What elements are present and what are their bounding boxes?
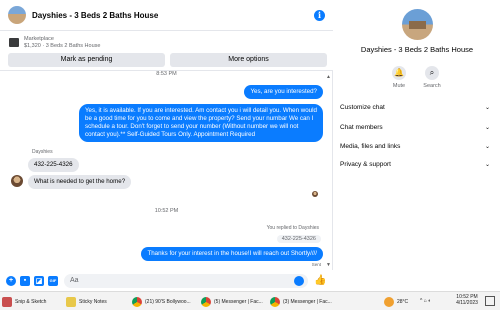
taskbar-label: Sticky Notes bbox=[79, 298, 107, 305]
clock[interactable]: 10:52 PM 4/11/2023 bbox=[452, 294, 482, 306]
taskbar-label: (5) Messenger | Fac... bbox=[214, 298, 263, 305]
sender-name: Dayshies bbox=[32, 149, 53, 155]
message-incoming[interactable]: What is needed to get the home? bbox=[28, 175, 132, 189]
sent-status: Sent bbox=[311, 262, 321, 267]
search-button[interactable]: ⌕ Search bbox=[417, 66, 447, 89]
taskbar: Snip & Sketch Sticky Notes (21) 90'S Bol… bbox=[0, 291, 500, 310]
message-outgoing[interactable]: Yes, are you interested? bbox=[244, 85, 323, 99]
taskbar-item-sticky[interactable]: Sticky Notes bbox=[66, 294, 128, 309]
emoji-icon[interactable] bbox=[294, 275, 304, 286]
scroll-up-arrow[interactable]: ▲ bbox=[326, 74, 331, 80]
info-name: Dayshies - 3 Beds 2 Baths House bbox=[360, 45, 474, 54]
chat-title[interactable]: Dayshies - 3 Beds 2 Baths House bbox=[32, 11, 158, 20]
message-outgoing[interactable]: Thanks for your interest in the house!I … bbox=[141, 247, 323, 261]
temperature: 28°C bbox=[397, 298, 409, 305]
chat-header: Dayshies - 3 Beds 2 Baths House i bbox=[0, 0, 333, 31]
chevron-down-icon: ⌄ bbox=[484, 124, 490, 131]
sticky-note-icon bbox=[66, 296, 76, 307]
avatar[interactable] bbox=[8, 6, 26, 24]
weather-widget[interactable]: 28°C bbox=[384, 294, 416, 309]
mute-button[interactable]: 🔔 Mute bbox=[384, 66, 414, 89]
chrome-icon bbox=[132, 296, 142, 307]
sticker-icon[interactable]: ◪ bbox=[34, 275, 44, 286]
taskbar-item-snip[interactable]: Snip & Sketch bbox=[2, 294, 62, 309]
message-outgoing[interactable]: Yes, it is available. If you are interes… bbox=[79, 104, 323, 142]
mark-pending-button[interactable]: Mark as pending bbox=[8, 53, 165, 67]
more-options-button[interactable]: More options bbox=[170, 53, 327, 67]
bell-icon: 🔔 bbox=[392, 66, 406, 80]
menu-label: Customize chat bbox=[340, 103, 385, 111]
marketplace-bar: Marketplace $1,320 · 3 Beds 2 Baths Hous… bbox=[0, 31, 333, 71]
taskbar-item-chrome-3[interactable]: (3) Messenger | Fac... bbox=[270, 294, 336, 309]
chrome-icon bbox=[201, 296, 211, 307]
message-incoming[interactable]: 432-225-4326 bbox=[28, 158, 79, 172]
chrome-icon bbox=[270, 296, 280, 307]
group-avatar[interactable] bbox=[402, 9, 433, 40]
gif-icon[interactable]: GIF bbox=[48, 275, 58, 286]
quoted-message[interactable]: 432-225-4326 bbox=[276, 235, 321, 243]
taskbar-item-chrome-2[interactable]: (5) Messenger | Fac... bbox=[201, 294, 267, 309]
timestamp: 10:52 PM bbox=[154, 208, 179, 214]
clock-date: 4/11/2023 bbox=[456, 300, 478, 306]
menu-media-files[interactable]: Media, files and links ⌄ bbox=[340, 137, 490, 155]
menu-label: Media, files and links bbox=[340, 142, 401, 150]
menu-label: Chat members bbox=[340, 123, 383, 131]
message-thread: 8:53 PM Yes, are you interested? Yes, it… bbox=[0, 71, 333, 270]
timestamp: 8:53 PM bbox=[156, 71, 177, 77]
info-icon[interactable]: i bbox=[314, 10, 325, 21]
thumbs-up-icon[interactable]: 👍 bbox=[314, 275, 326, 286]
sun-icon bbox=[384, 296, 394, 307]
system-tray-icons[interactable]: ^ ⌂ ◐ bbox=[420, 298, 431, 304]
menu-label: Privacy & support bbox=[340, 160, 391, 168]
listing-summary[interactable]: $1,320 · 3 Beds 2 Baths House bbox=[24, 43, 100, 49]
chevron-down-icon: ⌄ bbox=[484, 104, 490, 111]
chevron-down-icon: ⌄ bbox=[484, 161, 490, 168]
contact-avatar[interactable] bbox=[11, 175, 23, 187]
reply-note: You replied to Dayshies bbox=[266, 225, 319, 231]
chevron-down-icon: ⌄ bbox=[484, 143, 490, 150]
seen-avatar bbox=[312, 191, 318, 197]
info-panel: Dayshies - 3 Beds 2 Baths House 🔔 Mute ⌕… bbox=[334, 0, 500, 291]
scroll-down-arrow[interactable]: ▼ bbox=[326, 262, 331, 268]
scissors-icon bbox=[2, 296, 12, 307]
message-input-placeholder: Aa bbox=[70, 277, 79, 284]
mute-label: Mute bbox=[392, 83, 406, 89]
menu-privacy-support[interactable]: Privacy & support ⌄ bbox=[340, 155, 490, 173]
search-label: Search bbox=[423, 83, 441, 89]
taskbar-label: (3) Messenger | Fac... bbox=[283, 298, 332, 305]
image-icon[interactable]: ▪ bbox=[20, 275, 30, 286]
search-icon: ⌕ bbox=[425, 66, 439, 80]
messenger-app: Dayshies - 3 Beds 2 Baths House i Market… bbox=[0, 0, 500, 291]
message-input[interactable]: Aa bbox=[64, 273, 308, 288]
menu-chat-members[interactable]: Chat members ⌄ bbox=[340, 118, 490, 136]
menu-customize-chat[interactable]: Customize chat ⌄ bbox=[340, 98, 490, 116]
chat-panel: Dayshies - 3 Beds 2 Baths House i Market… bbox=[0, 0, 333, 291]
notification-icon[interactable] bbox=[485, 296, 495, 306]
plus-icon[interactable]: + bbox=[6, 275, 16, 286]
taskbar-label: (21) 90'S Bollywoo... bbox=[145, 298, 191, 305]
taskbar-item-chrome-1[interactable]: (21) 90'S Bollywoo... bbox=[132, 294, 198, 309]
composer: + ▪ ◪ GIF Aa 👍 bbox=[0, 270, 333, 291]
taskbar-label: Snip & Sketch bbox=[15, 298, 47, 305]
marketplace-label: Marketplace bbox=[24, 36, 54, 42]
marketplace-icon bbox=[9, 38, 19, 47]
